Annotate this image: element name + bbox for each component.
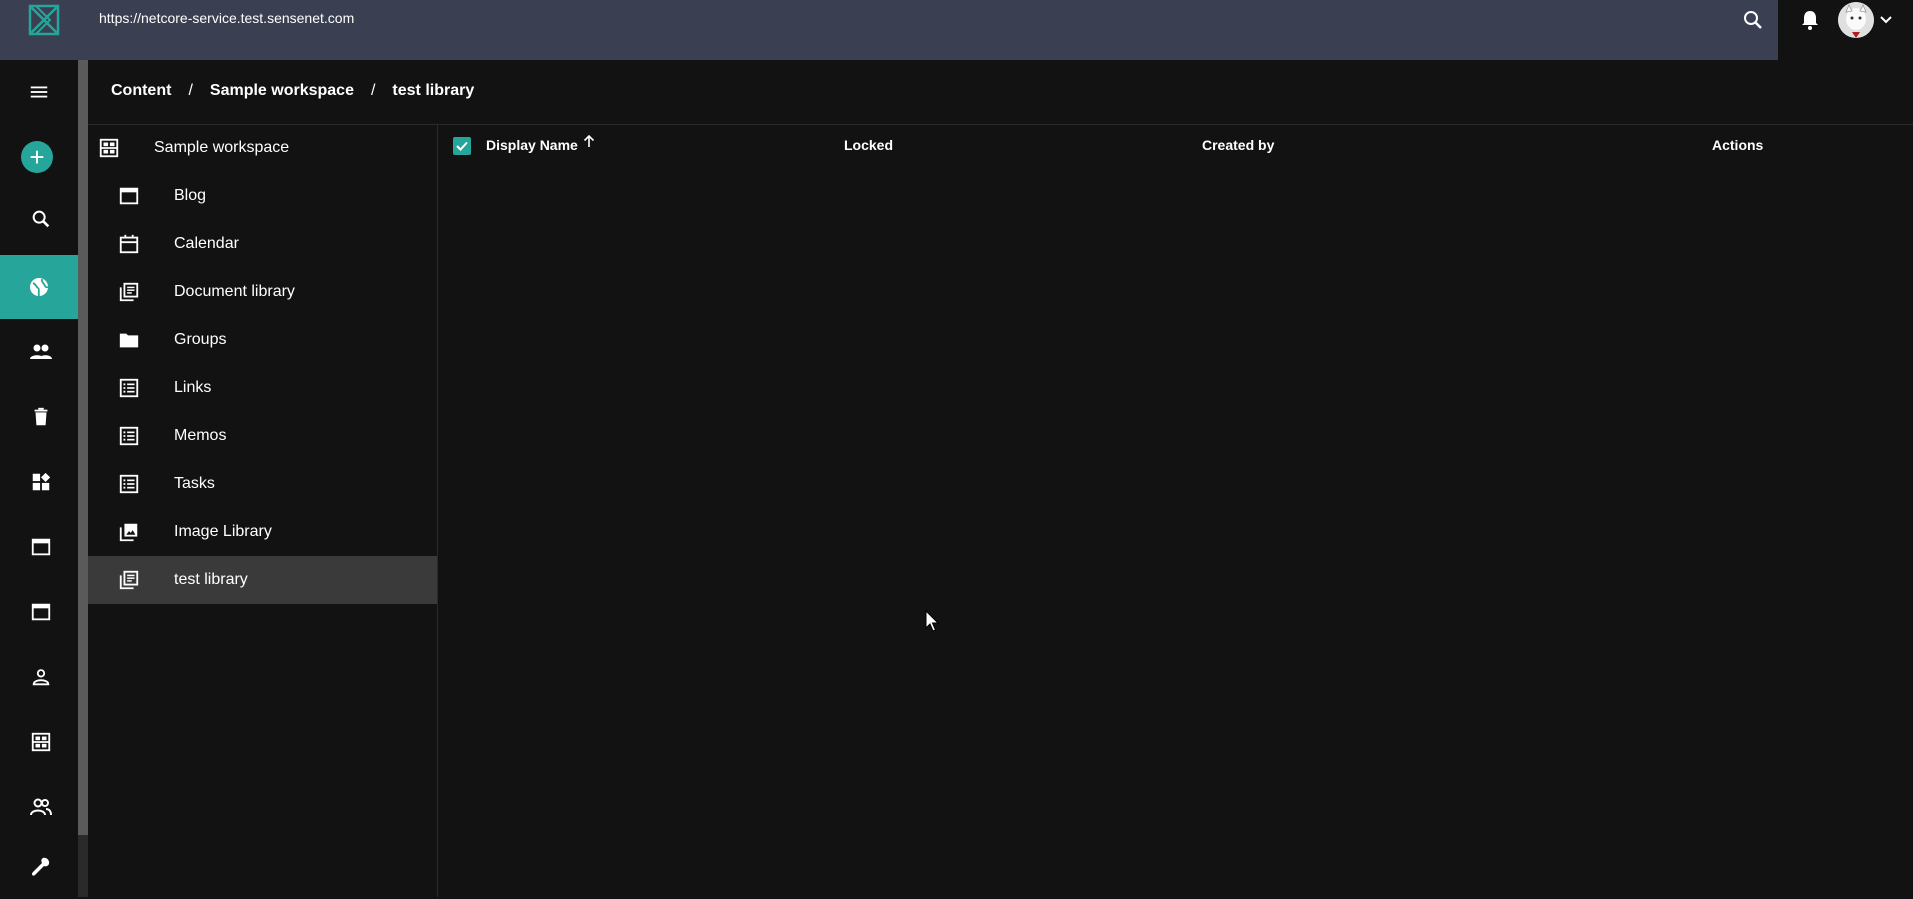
tree-item-label: Tasks (174, 475, 215, 492)
tree-item-test-library[interactable]: test library (88, 556, 437, 604)
wrench-icon[interactable] (0, 835, 82, 899)
image-library-icon (118, 521, 140, 543)
tree-item-calendar[interactable]: Calendar (88, 220, 437, 268)
tree-item-links[interactable]: Links (88, 364, 437, 412)
library-icon (118, 569, 140, 591)
left-nav-scrollbar-thumb[interactable] (78, 60, 88, 835)
tree-item-label: test library (174, 571, 248, 588)
content-tree: Sample workspace Blog Calendar Document … (88, 125, 438, 897)
select-all-checkbox[interactable] (453, 137, 471, 155)
widgets-icon[interactable] (0, 450, 82, 514)
top-app-bar: https://netcore-service.test.sensenet.co… (0, 0, 1778, 60)
arrow-up-icon[interactable] (581, 133, 597, 149)
folder-icon (118, 329, 140, 351)
menu-icon[interactable] (0, 60, 78, 124)
repository-url[interactable]: https://netcore-service.test.sensenet.co… (99, 10, 354, 26)
breadcrumb-item[interactable]: Content (111, 82, 171, 100)
workspace-icon[interactable] (0, 710, 82, 774)
mouse-cursor-icon (925, 610, 941, 634)
window-icon[interactable] (0, 515, 82, 579)
content-grid-header: Display Name Locked Created by Actions (439, 125, 1913, 167)
tree-item-label: Image Library (174, 523, 272, 540)
tree-root[interactable]: Sample workspace (88, 125, 437, 171)
left-navigation: + (0, 60, 78, 897)
tree-item-label: Memos (174, 427, 227, 444)
tree-item-tasks[interactable]: Tasks (88, 460, 437, 508)
breadcrumb-item[interactable]: Sample workspace (210, 82, 354, 100)
sensenet-logo[interactable] (26, 2, 62, 38)
tree-item-groups[interactable]: Groups (88, 316, 437, 364)
person-icon[interactable] (0, 645, 82, 709)
window-icon (118, 185, 140, 207)
add-icon: + (21, 141, 53, 173)
chevron-down-icon[interactable] (1876, 10, 1896, 30)
calendar-icon (118, 233, 140, 255)
tree-item-document-library[interactable]: Document library (88, 268, 437, 316)
tree-item-label: Document library (174, 283, 295, 300)
tree-item-label: Links (174, 379, 212, 396)
globe-icon[interactable] (0, 255, 78, 319)
column-header-actions: Actions (1712, 137, 1764, 153)
breadcrumb: Content / Sample workspace / test librar… (111, 82, 474, 100)
workspace-icon (98, 137, 120, 159)
tree-item-memos[interactable]: Memos (88, 412, 437, 460)
column-header-locked[interactable]: Locked (844, 137, 893, 153)
user-avatar[interactable] (1838, 2, 1874, 38)
column-header-created-by[interactable]: Created by (1202, 137, 1274, 153)
breadcrumb-item-current[interactable]: test library (392, 82, 474, 100)
search-nav-icon[interactable] (0, 187, 82, 251)
add-button[interactable]: + (0, 125, 74, 189)
list-icon (118, 473, 140, 495)
breadcrumb-separator: / (188, 82, 193, 99)
notifications-bell-icon[interactable] (1798, 8, 1822, 32)
trash-icon[interactable] (0, 385, 82, 449)
search-icon[interactable] (1741, 8, 1765, 32)
tree-item-label: Blog (174, 187, 207, 204)
window-icon[interactable] (0, 580, 82, 644)
users-icon[interactable] (0, 320, 82, 384)
tree-item-image-library[interactable]: Image Library (88, 508, 437, 556)
tree-item-blog[interactable]: Blog (88, 172, 437, 220)
breadcrumb-separator: / (370, 82, 376, 99)
tree-item-label: Groups (174, 331, 227, 348)
column-header-display-name[interactable]: Display Name (486, 137, 578, 153)
list-icon (118, 425, 140, 447)
library-icon (118, 281, 140, 303)
group-icon[interactable] (0, 775, 82, 839)
tree-item-label: Calendar (174, 235, 239, 252)
list-icon (118, 377, 140, 399)
tree-root-label: Sample workspace (154, 139, 290, 156)
